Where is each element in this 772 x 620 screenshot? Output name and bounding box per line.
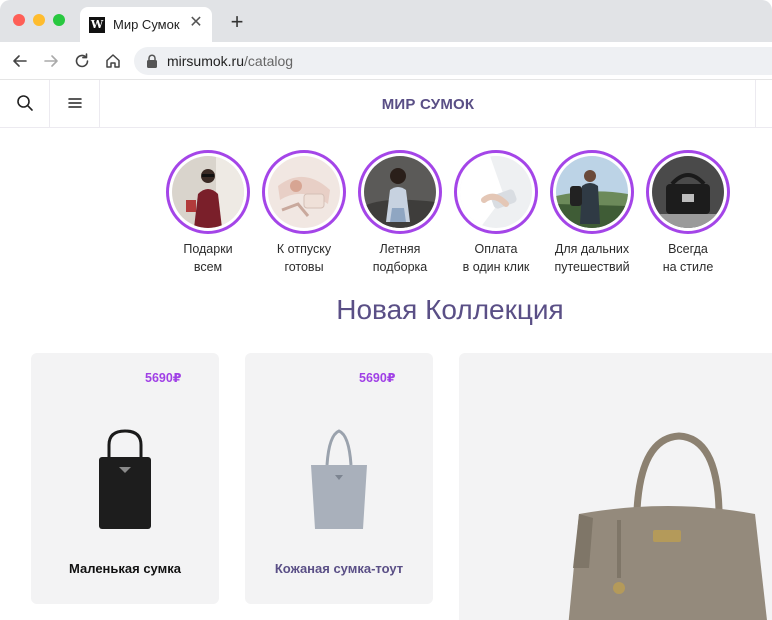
story-label: Летняя подборка — [372, 242, 428, 274]
story-image — [460, 156, 532, 228]
story-ring — [454, 150, 538, 234]
header-divider — [755, 80, 756, 127]
browser-tab[interactable]: W Мир Сумок ✕ — [80, 7, 212, 42]
product-card-featured[interactable] — [459, 353, 772, 620]
hamburger-icon — [68, 98, 82, 108]
story-ring — [550, 150, 634, 234]
stories-row: Подарки всем К отпуску готовы Летняя подбор… — [160, 150, 760, 280]
tab-bar: W Мир Сумок ✕ + — [0, 0, 772, 42]
url-text: mirsumok.ru/catalog — [167, 53, 293, 69]
story-item[interactable]: Летняя подборка — [352, 150, 448, 276]
story-item[interactable]: Оплата в один клик — [448, 150, 544, 276]
product-price: 5690₽ — [145, 371, 182, 385]
favicon-icon: W — [89, 17, 105, 33]
close-icon[interactable]: ✕ — [188, 15, 204, 31]
url-path: /catalog — [244, 53, 294, 69]
product-image — [568, 432, 767, 620]
product-card[interactable]: 5690₽ Кожаная сумка-тоут — [245, 353, 433, 604]
product-price: 5690₽ — [359, 371, 396, 385]
forward-icon[interactable] — [41, 51, 61, 71]
tab-title: Мир Сумок — [113, 17, 180, 32]
story-image — [556, 156, 628, 228]
browser-toolbar: mirsumok.ru/catalog — [0, 42, 772, 80]
story-ring — [358, 150, 442, 234]
back-icon[interactable] — [10, 51, 30, 71]
story-item[interactable]: К отпуску готовы — [256, 150, 352, 276]
new-tab-button[interactable]: + — [228, 11, 246, 33]
section-title: Новая Коллекция — [336, 294, 564, 325]
story-image — [172, 156, 244, 228]
search-icon — [17, 95, 33, 111]
lock-icon — [147, 54, 157, 68]
product-name[interactable]: Маленькая сумка — [31, 561, 219, 576]
menu-button[interactable] — [50, 80, 100, 127]
story-item[interactable]: Для дальних путешествий — [544, 150, 640, 276]
url-host: mirsumok.ru — [167, 53, 245, 69]
story-ring — [646, 150, 730, 234]
story-ring — [262, 150, 346, 234]
close-window-button[interactable] — [13, 14, 25, 26]
address-bar[interactable]: mirsumok.ru/catalog — [134, 47, 772, 75]
story-image — [268, 156, 340, 228]
story-ring — [166, 150, 250, 234]
site-header: МИР СУМОК — [0, 80, 772, 128]
story-label: Для дальних путешествий — [554, 242, 630, 274]
product-image — [99, 429, 151, 529]
product-card[interactable]: 5690₽ Маленькая сумка — [31, 353, 219, 604]
story-image — [652, 156, 724, 228]
maximize-window-button[interactable] — [53, 14, 65, 26]
minimize-window-button[interactable] — [33, 14, 45, 26]
story-label: Оплата в один клик — [462, 242, 530, 274]
reload-icon[interactable] — [72, 51, 92, 71]
story-item[interactable]: Всегда на стиле — [640, 150, 736, 276]
story-image — [364, 156, 436, 228]
product-image — [311, 429, 367, 529]
home-icon[interactable] — [103, 51, 123, 71]
product-name[interactable]: Кожаная сумка-тоут — [245, 561, 433, 576]
search-button[interactable] — [0, 80, 50, 127]
story-label: Всегда на стиле — [662, 242, 714, 274]
browser-window: W Мир Сумок ✕ + mirsumok.ru/catalog МИР … — [0, 0, 772, 620]
story-label: Подарки всем — [183, 242, 233, 274]
story-label: К отпуску готовы — [276, 242, 332, 274]
story-item[interactable]: Подарки всем — [160, 150, 256, 276]
site-logo[interactable]: МИР СУМОК — [100, 96, 756, 113]
